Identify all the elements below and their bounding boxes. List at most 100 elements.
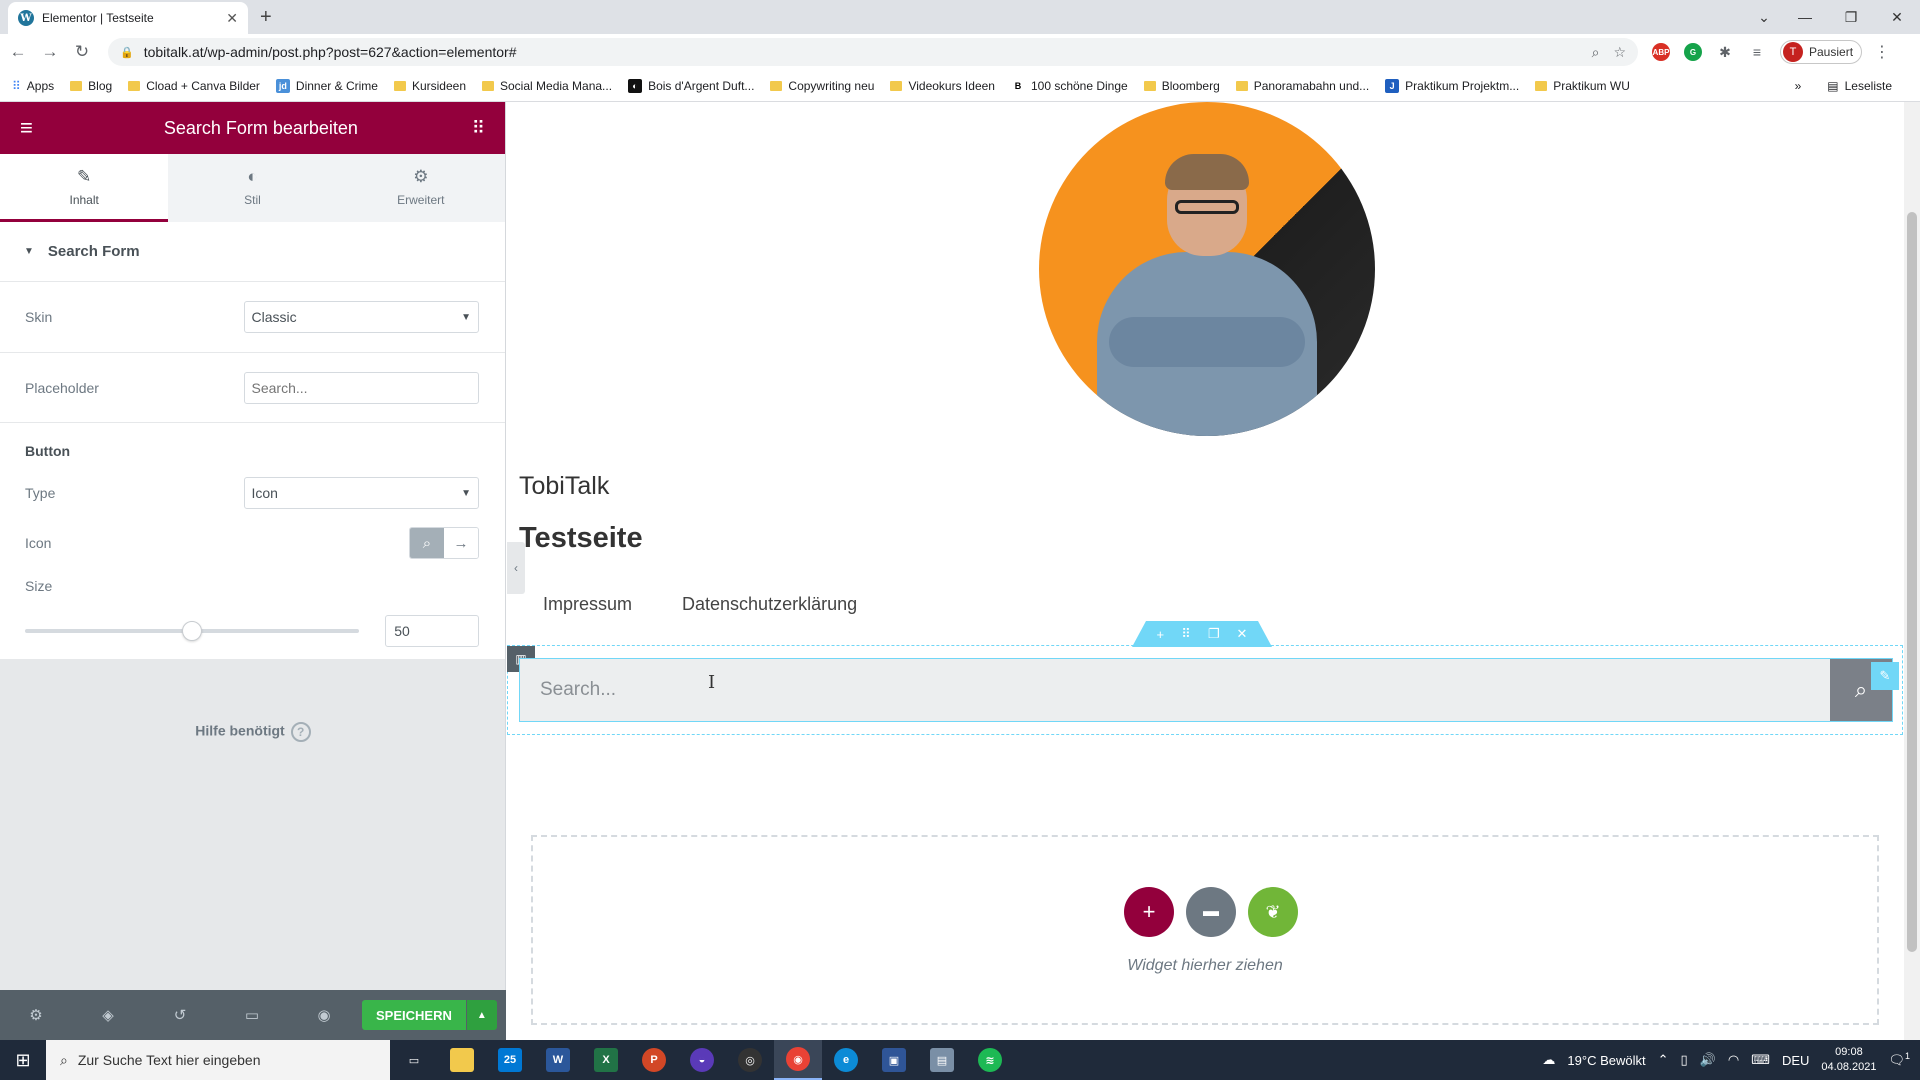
- clock[interactable]: 09:08 04.08.2021: [1821, 1045, 1876, 1075]
- obs-icon[interactable]: ◎: [726, 1040, 774, 1080]
- settings-gear-icon[interactable]: ⚙: [0, 1006, 72, 1024]
- back-icon[interactable]: ←: [4, 42, 32, 62]
- new-tab-button[interactable]: +: [260, 6, 272, 29]
- weather-text[interactable]: 19°C Bewölkt: [1567, 1053, 1645, 1068]
- site-title[interactable]: TobiTalk: [519, 472, 609, 501]
- windows-start-icon[interactable]: ⊞: [0, 1050, 46, 1071]
- help-link[interactable]: Hilfe benötigt?: [0, 722, 506, 742]
- bookmark-copywriting[interactable]: Copywriting neu: [770, 79, 874, 93]
- keyboard-icon[interactable]: ⌨: [1751, 1052, 1770, 1068]
- menu-item-impressum[interactable]: Impressum: [543, 594, 632, 615]
- preview-scrollbar[interactable]: [1904, 102, 1920, 1040]
- more-bookmarks-icon[interactable]: »: [1795, 79, 1802, 93]
- envato-kit-button[interactable]: ❦: [1248, 887, 1298, 937]
- edge-icon[interactable]: e: [822, 1040, 870, 1080]
- save-options-caret-icon[interactable]: ▲: [466, 1000, 497, 1030]
- bookmark-videokurs[interactable]: Videokurs Ideen: [890, 79, 995, 93]
- profile-button[interactable]: T Pausiert: [1780, 40, 1863, 64]
- search-input[interactable]: Search...: [520, 659, 1830, 721]
- volume-icon[interactable]: 🔊: [1700, 1052, 1716, 1068]
- navigator-layers-icon[interactable]: ◈: [72, 1006, 144, 1024]
- bookmark-dinner[interactable]: jd Dinner & Crime: [275, 78, 378, 93]
- app-icon[interactable]: ◒: [678, 1040, 726, 1080]
- arrow-right-icon-option[interactable]: →: [444, 528, 478, 558]
- tab-stil[interactable]: ◐ Stil: [168, 154, 336, 222]
- preview-eye-icon[interactable]: ◉: [288, 1006, 360, 1024]
- network-icon[interactable]: ▯: [1681, 1052, 1688, 1068]
- zoom-icon[interactable]: ⌕: [1592, 44, 1600, 61]
- delete-icon[interactable]: ✕: [1237, 626, 1248, 642]
- minimize-button[interactable]: —: [1782, 9, 1828, 25]
- skin-select[interactable]: Classic ▼: [243, 301, 479, 333]
- hamburger-menu-icon[interactable]: ≡: [20, 115, 50, 141]
- slider-handle[interactable]: [182, 621, 202, 641]
- bookmark-social[interactable]: Social Media Mana...: [482, 79, 612, 93]
- add-section-icon[interactable]: +: [1157, 627, 1165, 642]
- menu-kebab-icon[interactable]: ⋮: [1874, 42, 1890, 62]
- browser-tab[interactable]: W Elementor | Testseite ✕: [8, 2, 248, 34]
- taskbar-search[interactable]: ⌕ Zur Suche Text hier eingeben: [46, 1040, 390, 1080]
- section-toggle[interactable]: ▼ Search Form: [0, 222, 505, 282]
- duplicate-icon[interactable]: ❐: [1208, 626, 1220, 642]
- language-indicator[interactable]: DEU: [1782, 1053, 1809, 1068]
- dropzone-buttons: + ▬ ❦: [1124, 887, 1298, 937]
- bookmark-praktikum-projekt[interactable]: J Praktikum Projektm...: [1385, 78, 1519, 93]
- add-section-button[interactable]: +: [1124, 887, 1174, 937]
- widget-dropzone[interactable]: + ▬ ❦ Widget hierher ziehen: [531, 835, 1879, 1025]
- page-title[interactable]: Testseite: [519, 522, 643, 555]
- profile-image[interactable]: [1039, 102, 1375, 436]
- chrome-icon[interactable]: ◉: [774, 1040, 822, 1080]
- bookmark-bois[interactable]: ◐ Bois d'Argent Duft...: [628, 78, 754, 93]
- size-slider[interactable]: [25, 621, 360, 641]
- app-icon-2[interactable]: ▣: [870, 1040, 918, 1080]
- type-select[interactable]: Icon ▼: [243, 477, 479, 509]
- bookmark-blog[interactable]: Blog: [70, 79, 112, 93]
- grammarly-extension-icon[interactable]: G: [1684, 43, 1702, 61]
- tab-inhalt[interactable]: ✎ Inhalt: [0, 154, 169, 222]
- add-template-button[interactable]: ▬: [1186, 887, 1236, 937]
- drag-handle-icon[interactable]: ⠿: [1181, 626, 1191, 642]
- edit-widget-pencil-icon[interactable]: ✎: [1871, 662, 1899, 690]
- bookmark-panoramabahn[interactable]: Panoramabahn und...: [1235, 79, 1369, 93]
- address-bar[interactable]: 🔒 tobitalk.at/wp-admin/post.php?post=627…: [108, 38, 1638, 66]
- chevron-up-icon[interactable]: ⌃: [1658, 1052, 1669, 1068]
- history-icon[interactable]: ↺: [144, 1006, 216, 1024]
- search-icon-option[interactable]: ⌕: [410, 528, 444, 558]
- forward-icon[interactable]: →: [36, 42, 64, 62]
- tab-erweitert[interactable]: ⚙ Erweitert: [337, 154, 505, 222]
- size-number-input[interactable]: 50: [385, 615, 479, 647]
- notepad-icon[interactable]: ▤: [918, 1040, 966, 1080]
- adblock-extension-icon[interactable]: ABP: [1652, 43, 1670, 61]
- file-explorer-icon[interactable]: [438, 1040, 486, 1080]
- bookmark-praktikum-wu[interactable]: Praktikum WU: [1535, 79, 1630, 93]
- extensions-puzzle-icon[interactable]: ✱: [1716, 43, 1734, 61]
- mail-icon[interactable]: 25: [486, 1040, 534, 1080]
- bookmark-star-icon[interactable]: ☆: [1613, 44, 1626, 61]
- responsive-mode-icon[interactable]: ▭: [216, 1006, 288, 1024]
- save-button[interactable]: SPEICHERN: [362, 1000, 466, 1030]
- powerpoint-icon[interactable]: P: [630, 1040, 678, 1080]
- word-icon[interactable]: W: [534, 1040, 582, 1080]
- bookmark-apps[interactable]: ⠿ Apps: [12, 79, 54, 93]
- cloud-weather-icon: ☁: [1542, 1052, 1556, 1067]
- skin-label: Skin: [25, 309, 53, 325]
- restore-button[interactable]: ❐: [1828, 9, 1874, 26]
- media-queue-icon[interactable]: ≡: [1748, 43, 1766, 61]
- close-window-button[interactable]: ✕: [1874, 9, 1920, 26]
- excel-icon[interactable]: X: [582, 1040, 630, 1080]
- notification-icon[interactable]: 🗨1: [1888, 1051, 1910, 1068]
- placeholder-input[interactable]: [243, 371, 479, 404]
- bookmark-canva[interactable]: Cload + Canva Bilder: [128, 79, 260, 93]
- bookmark-kursideen[interactable]: Kursideen: [393, 79, 466, 93]
- task-view-icon[interactable]: ▭: [390, 1040, 438, 1080]
- bookmark-bloomberg[interactable]: Bloomberg: [1143, 79, 1220, 93]
- wifi-icon[interactable]: ◠: [1728, 1052, 1739, 1068]
- spotify-icon[interactable]: ≋: [966, 1040, 1014, 1080]
- reload-icon[interactable]: ↻: [68, 42, 96, 62]
- bookmark-schoene-dinge[interactable]: B 100 schöne Dinge: [1010, 78, 1128, 93]
- close-tab-icon[interactable]: ✕: [226, 10, 238, 27]
- menu-item-datenschutz[interactable]: Datenschutzerklärung: [682, 594, 857, 615]
- widgets-grid-icon[interactable]: ⠿: [472, 118, 485, 139]
- reading-list-button[interactable]: ▤ Leseliste: [1827, 79, 1892, 93]
- tab-search-icon[interactable]: ⌄: [1746, 9, 1782, 26]
